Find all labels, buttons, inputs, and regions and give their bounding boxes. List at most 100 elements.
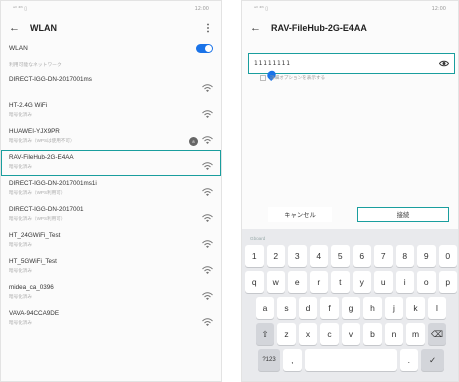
- key-5[interactable]: 5: [331, 245, 350, 267]
- key-p[interactable]: p: [438, 271, 457, 293]
- key-d[interactable]: d: [298, 297, 318, 319]
- network-text: DIRECT-IGG-DN-2017001ms: [9, 76, 92, 98]
- backspace-key[interactable]: ⌫: [427, 323, 447, 345]
- key-n[interactable]: n: [384, 323, 404, 345]
- enter-key[interactable]: ✓: [421, 349, 444, 371]
- advanced-options-checkbox[interactable]: [260, 75, 266, 81]
- network-status: 暗号化済み: [9, 112, 32, 117]
- key-v[interactable]: v: [341, 323, 361, 345]
- network-icons: [202, 284, 213, 306]
- wifi-lock-icon: [202, 184, 213, 202]
- key-8[interactable]: 8: [395, 245, 414, 267]
- key-c[interactable]: c: [320, 323, 339, 345]
- key-b[interactable]: b: [363, 323, 382, 345]
- key-m[interactable]: m: [406, 323, 425, 345]
- network-text: DIRECT-IGG-DN-2017001ms1i 暗号化済み（WPS利用可）: [9, 180, 97, 202]
- page-title: WLAN: [30, 23, 57, 33]
- keyboard-suggestion-bar: Gboard: [244, 231, 458, 245]
- key-a[interactable]: a: [255, 297, 275, 319]
- network-item[interactable]: DIRECT-IGG-DN-2017001 暗号化済み（WPS利用可）: [1, 202, 221, 228]
- network-item[interactable]: HT_24GWiFi_Test 暗号化済み: [1, 228, 221, 254]
- key-t[interactable]: t: [331, 271, 350, 293]
- comma-key[interactable]: ,: [283, 349, 302, 371]
- shift-key[interactable]: ⇧: [255, 323, 275, 345]
- key-1[interactable]: 1: [245, 245, 264, 267]
- key-w[interactable]: w: [266, 271, 285, 293]
- network-item-selected[interactable]: RAV-FileHub-2G-E4AA 暗号化済み: [1, 150, 221, 176]
- soft-keyboard: Gboard 1234567890 qwertyuiop asdfghjkl ⇧…: [242, 229, 458, 381]
- key-q[interactable]: q: [245, 271, 264, 293]
- network-status: 暗号化済み（WPSは使用不可）: [9, 138, 75, 143]
- key-i[interactable]: i: [395, 271, 414, 293]
- keyboard-row-qwerty: qwertyuiop: [244, 271, 458, 293]
- key-z[interactable]: z: [277, 323, 296, 345]
- network-text: DIRECT-IGG-DN-2017001 暗号化済み（WPS利用可）: [9, 206, 84, 228]
- wlan-toggle-switch[interactable]: [196, 44, 213, 53]
- back-arrow-icon[interactable]: ←: [9, 22, 20, 34]
- wifi-lock-icon: [202, 106, 213, 124]
- network-item[interactable]: midea_ca_0396 暗号化済み: [1, 280, 221, 306]
- key-j[interactable]: j: [384, 297, 404, 319]
- network-item[interactable]: DIRECT-IGG-DN-2017001ms: [1, 72, 221, 98]
- wifi-lock-icon: [202, 210, 213, 228]
- key-k[interactable]: k: [406, 297, 425, 319]
- keyboard-row-bottom: ?123 , . ✓: [244, 349, 458, 371]
- key-s[interactable]: s: [277, 297, 296, 319]
- key-f[interactable]: f: [320, 297, 339, 319]
- network-icons: [202, 76, 213, 98]
- key-6[interactable]: 6: [352, 245, 371, 267]
- app-bar: ← RAV-FileHub-2G-E4AA: [242, 17, 458, 39]
- symbols-key[interactable]: ?123: [258, 349, 280, 371]
- key-u[interactable]: u: [374, 271, 393, 293]
- connect-button[interactable]: 接続: [357, 207, 449, 222]
- key-r[interactable]: r: [309, 271, 328, 293]
- wifi-lock-icon: [202, 314, 213, 332]
- key-0[interactable]: 0: [438, 245, 457, 267]
- wifi-lock-icon: [202, 262, 213, 280]
- network-icons: [202, 154, 213, 176]
- network-icons: [202, 232, 213, 254]
- key-4[interactable]: 4: [309, 245, 328, 267]
- network-item[interactable]: VAVA-94CCA9DE 暗号化済み: [1, 306, 221, 332]
- network-icons: [202, 206, 213, 228]
- network-name: DIRECT-IGG-DN-2017001ms1i: [9, 180, 97, 187]
- wlan-toggle-row[interactable]: WLAN: [1, 39, 221, 58]
- password-value[interactable]: 11111111: [254, 60, 291, 67]
- wifi-lock-icon: [202, 132, 213, 150]
- available-networks-header: 利用可能なネットワーク: [9, 63, 62, 68]
- network-status: 暗号化済み: [9, 268, 32, 273]
- key-x[interactable]: x: [298, 323, 318, 345]
- keyboard-row-numbers: 1234567890: [244, 245, 458, 267]
- key-e[interactable]: e: [288, 271, 307, 293]
- key-y[interactable]: y: [352, 271, 371, 293]
- more-options-icon[interactable]: ⋮: [203, 23, 213, 34]
- back-arrow-icon[interactable]: ←: [250, 22, 261, 34]
- network-status: 暗号化済み（WPS利用可）: [9, 190, 66, 195]
- space-key[interactable]: [304, 349, 397, 371]
- advanced-options-row[interactable]: 詳細オプションを表示する: [260, 75, 325, 81]
- network-item[interactable]: HT_5GWiFi_Test 暗号化済み: [1, 254, 221, 280]
- key-2[interactable]: 2: [266, 245, 285, 267]
- keyboard-row-zxcv: ⇧ z x c v b n m ⌫: [244, 323, 458, 345]
- cancel-button[interactable]: キャンセル: [268, 207, 332, 222]
- key-g[interactable]: g: [341, 297, 361, 319]
- network-item[interactable]: DIRECT-IGG-DN-2017001ms1i 暗号化済み（WPS利用可）: [1, 176, 221, 202]
- network-item[interactable]: HT-2.4G WiFi 暗号化済み: [1, 98, 221, 124]
- password-field[interactable]: 11111111: [248, 53, 455, 74]
- wifi-lock-icon: [202, 288, 213, 306]
- network-name: HT-2.4G WiFi: [9, 102, 48, 109]
- network-text: HT-2.4G WiFi 暗号化済み: [9, 102, 47, 124]
- network-icons: 8: [189, 128, 213, 150]
- key-l[interactable]: l: [427, 297, 447, 319]
- key-3[interactable]: 3: [288, 245, 307, 267]
- key-7[interactable]: 7: [374, 245, 393, 267]
- period-key[interactable]: .: [399, 349, 418, 371]
- advanced-options-label: 詳細オプションを表示する: [270, 75, 326, 80]
- status-bar: ᵃˡˡ ⁴ᴳ ▯ 12:00: [1, 1, 221, 17]
- eye-icon[interactable]: [439, 60, 449, 67]
- network-item[interactable]: HUAWEI-YJX9PR 暗号化済み（WPSは使用不可） 8: [1, 124, 221, 150]
- key-h[interactable]: h: [363, 297, 382, 319]
- key-9[interactable]: 9: [417, 245, 436, 267]
- network-text: HUAWEI-YJX9PR 暗号化済み（WPSは使用不可）: [9, 128, 75, 150]
- key-o[interactable]: o: [417, 271, 436, 293]
